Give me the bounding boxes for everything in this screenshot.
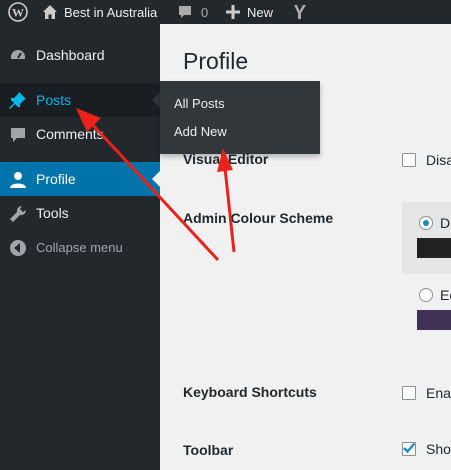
colour-scheme-label-default: D (440, 215, 451, 231)
collapse-icon (10, 240, 26, 256)
current-item-pointer (152, 171, 160, 187)
sidebar-item-label: Tools (36, 205, 69, 221)
sidebar-item-dashboard[interactable]: Dashboard (0, 38, 160, 72)
flyout-pointer (152, 92, 160, 108)
colour-scheme-label-ectoplasm: Ec (440, 287, 451, 303)
checkmark-icon (403, 442, 416, 454)
flyout-item-all-posts[interactable]: All Posts (174, 96, 225, 111)
flyout-item-add-new[interactable]: Add New (174, 124, 227, 139)
user-icon (10, 172, 26, 188)
colour-scheme-swatch-ectoplasm (417, 310, 451, 330)
toolbar-option-label: Show (426, 441, 451, 457)
site-home-link[interactable]: Best in Australia (42, 0, 157, 24)
dashboard-icon (11, 50, 25, 59)
page-title: Profile (183, 48, 249, 74)
keyboard-shortcuts-option-label: Enab (426, 385, 451, 401)
admin-bar: W Best in Australia 0 New (0, 0, 451, 24)
plus-icon (226, 5, 240, 19)
admin-sidebar: Dashboard Posts Comments Profile Tools C… (0, 24, 160, 470)
home-icon (43, 5, 57, 19)
sidebar-item-tools[interactable]: Tools (0, 196, 160, 230)
sidebar-item-posts[interactable]: Posts (0, 83, 160, 117)
comment-icon (11, 128, 25, 142)
new-label: New (247, 4, 274, 20)
toolbar-label: Toolbar (183, 442, 234, 458)
comments-count: 0 (201, 4, 209, 20)
keyboard-shortcuts-label: Keyboard Shortcuts (183, 384, 317, 400)
sidebar-item-label: Comments (36, 126, 104, 142)
posts-flyout-submenu: All Posts Add New (160, 81, 320, 154)
visual-editor-checkbox[interactable] (402, 153, 416, 167)
sidebar-item-label: Profile (36, 171, 76, 187)
site-name: Best in Australia (64, 4, 158, 20)
wordpress-logo-icon[interactable]: W (8, 0, 28, 24)
svg-text:W: W (12, 6, 24, 20)
yoast-icon[interactable] (292, 0, 308, 24)
colour-scheme-swatch-default (417, 238, 451, 258)
new-content-link[interactable]: New (226, 0, 273, 24)
sidebar-item-profile[interactable]: Profile (0, 162, 160, 196)
visual-editor-option-label: Disa (426, 152, 451, 168)
comment-icon (179, 6, 191, 18)
colour-scheme-radio-default[interactable] (419, 216, 433, 230)
colour-scheme-radio-ectoplasm[interactable] (419, 288, 433, 302)
sidebar-item-label: Collapse menu (36, 239, 123, 255)
pushpin-icon (9, 92, 26, 109)
wrench-icon (10, 205, 27, 222)
keyboard-shortcuts-checkbox[interactable] (402, 386, 416, 400)
sidebar-item-comments[interactable]: Comments (0, 117, 160, 151)
sidebar-item-label: Dashboard (36, 47, 105, 63)
admin-colour-scheme-label: Admin Colour Scheme (183, 210, 334, 226)
collapse-menu-button[interactable]: Collapse menu (0, 230, 160, 264)
comments-link[interactable]: 0 (177, 0, 208, 24)
toolbar-checkbox[interactable] (402, 442, 416, 456)
colour-scheme-option-default[interactable]: D (402, 202, 451, 274)
sidebar-item-label: Posts (36, 92, 72, 108)
